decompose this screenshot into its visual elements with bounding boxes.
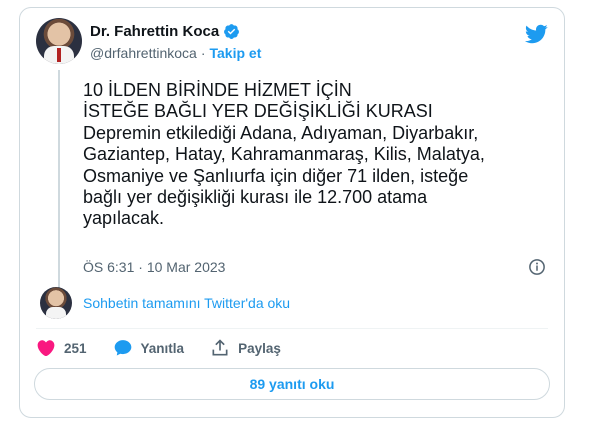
action-bar: 251 Yanıtla Paylaş <box>36 338 307 358</box>
author-handle-row: @drfahrettinkoca · Takip et <box>90 45 261 61</box>
twitter-bird-icon[interactable] <box>524 22 548 46</box>
share-button[interactable]: Paylaş <box>210 338 281 358</box>
separator-dot: · <box>138 259 143 275</box>
divider <box>36 328 548 329</box>
author-handle[interactable]: @drfahrettinkoca <box>90 45 197 61</box>
conversation-avatar[interactable] <box>40 287 72 319</box>
share-icon <box>212 339 228 356</box>
author-name-row: Dr. Fahrettin Koca <box>90 23 240 40</box>
thread-line <box>58 70 60 290</box>
author-name[interactable]: Dr. Fahrettin Koca <box>90 23 219 40</box>
like-button[interactable]: 251 <box>36 338 87 358</box>
separator-dot: · <box>200 45 206 61</box>
tweet-date[interactable]: 10 Mar 2023 <box>147 259 226 275</box>
tweet-card: Dr. Fahrettin Koca @drfahrettinkoca · Ta… <box>19 7 565 418</box>
share-label: Paylaş <box>238 340 281 356</box>
read-replies-button[interactable]: 89 yanıtı oku <box>34 368 550 400</box>
verified-badge-icon <box>224 24 240 39</box>
like-count: 251 <box>64 340 87 356</box>
reply-label: Yanıtla <box>140 340 185 356</box>
tweet-timestamp[interactable]: ÖS 6:31 · 10 Mar 2023 <box>83 259 225 275</box>
reply-button[interactable]: Yanıtla <box>113 338 185 358</box>
heart-icon <box>37 340 55 357</box>
tweet-time[interactable]: ÖS 6:31 <box>83 259 134 275</box>
author-avatar[interactable] <box>36 18 82 64</box>
read-conversation-link[interactable]: Sohbetin tamamını Twitter'da oku <box>83 295 290 311</box>
follow-link[interactable]: Takip et <box>210 45 262 61</box>
tweet-text: 10 İLDEN BİRİNDE HİZMET İÇİN İSTEĞE BAĞL… <box>83 80 485 229</box>
reply-bubble-icon <box>114 340 131 356</box>
info-icon[interactable] <box>528 258 546 276</box>
